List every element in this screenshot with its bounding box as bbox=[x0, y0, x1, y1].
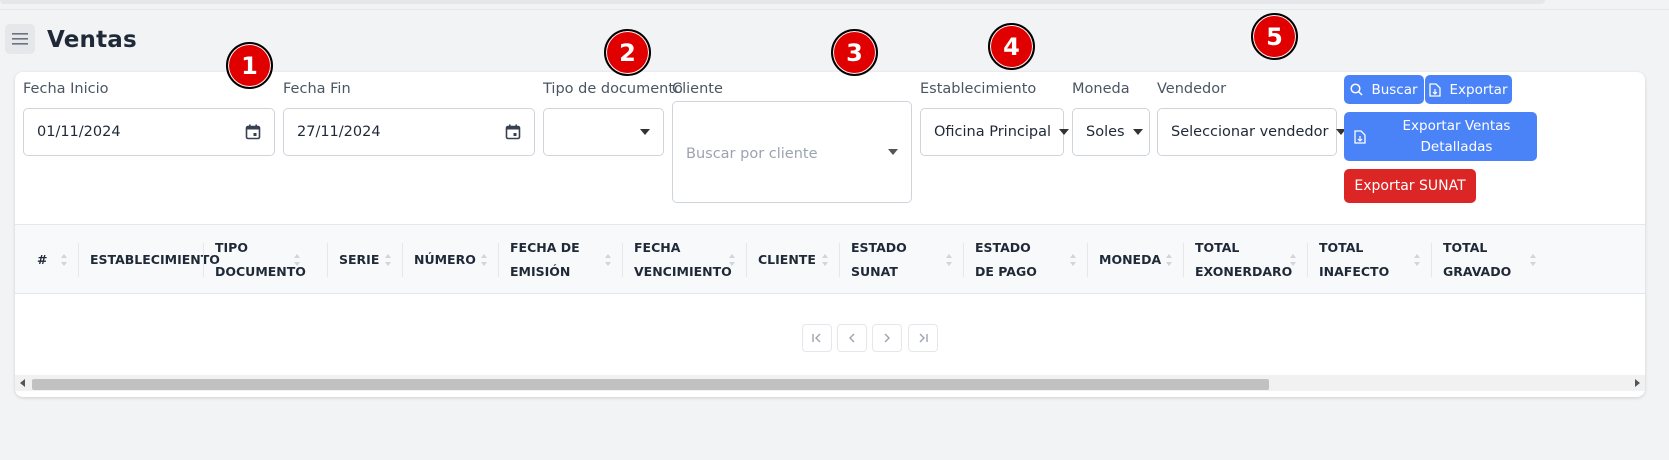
chevron-down-icon bbox=[640, 129, 650, 135]
last-page-icon bbox=[919, 333, 928, 343]
column-header-estado-pago[interactable]: ESTADO DE PAGO bbox=[963, 225, 1087, 295]
column-header-serie[interactable]: SERIE bbox=[327, 225, 402, 295]
annotation-marker-1: 1 bbox=[226, 42, 273, 89]
moneda-value: Soles bbox=[1086, 124, 1125, 140]
file-export-icon bbox=[1354, 129, 1366, 144]
sort-icon bbox=[1290, 254, 1296, 266]
establecimiento-value: Oficina Principal bbox=[934, 124, 1052, 140]
calendar-icon[interactable] bbox=[245, 124, 261, 140]
exportar-detalladas-label: Exportar Ventas Detalladas bbox=[1402, 117, 1511, 155]
column-header-total-inafecto[interactable]: TOTAL INAFECTO bbox=[1307, 225, 1431, 295]
file-export-icon bbox=[1429, 82, 1442, 97]
annotation-marker-4: 4 bbox=[988, 23, 1035, 70]
column-header-establecimiento[interactable]: ESTABLECIMIENTO bbox=[78, 225, 220, 295]
sort-icon bbox=[61, 254, 67, 266]
search-icon bbox=[1350, 83, 1363, 96]
horizontal-scrollbar[interactable] bbox=[15, 375, 1645, 391]
moneda-select[interactable]: Soles bbox=[1072, 108, 1150, 156]
vendedor-value: Seleccionar vendedor bbox=[1171, 124, 1329, 140]
chevron-down-icon bbox=[1059, 129, 1070, 135]
page-title: Ventas bbox=[47, 27, 137, 53]
column-header-index[interactable]: # bbox=[15, 225, 78, 295]
establecimiento-select[interactable]: Oficina Principal bbox=[920, 108, 1070, 156]
sort-icon bbox=[294, 254, 300, 266]
scrollbar-thumb[interactable] bbox=[32, 379, 1269, 390]
sort-icon bbox=[1530, 254, 1536, 266]
sort-icon bbox=[946, 254, 952, 266]
moneda-label: Moneda bbox=[1072, 81, 1130, 97]
column-header-fecha-emision[interactable]: FECHA DE EMISIÓN bbox=[498, 225, 622, 295]
cliente-search-select[interactable]: Buscar por cliente bbox=[672, 101, 912, 203]
column-header-moneda[interactable]: MONEDA bbox=[1087, 225, 1183, 295]
first-page-button[interactable] bbox=[802, 324, 832, 352]
vendedor-label: Vendedor bbox=[1157, 81, 1227, 97]
fecha-fin-value: 27/11/2024 bbox=[297, 124, 381, 140]
chevron-right-icon bbox=[884, 333, 890, 343]
sort-icon bbox=[1070, 254, 1076, 266]
exportar-sunat-label: Exportar SUNAT bbox=[1354, 178, 1466, 194]
first-page-icon bbox=[812, 333, 821, 343]
fecha-inicio-label: Fecha Inicio bbox=[23, 81, 109, 97]
exportar-button[interactable]: Exportar bbox=[1425, 75, 1512, 104]
fecha-inicio-value: 01/11/2024 bbox=[37, 124, 121, 140]
exportar-sunat-button[interactable]: Exportar SUNAT bbox=[1344, 169, 1476, 203]
column-header-numero[interactable]: NÚMERO bbox=[402, 225, 498, 295]
cliente-label: Cliente bbox=[672, 81, 723, 97]
scroll-left-arrow-icon[interactable] bbox=[20, 379, 25, 387]
next-page-button[interactable] bbox=[872, 324, 902, 352]
sort-icon bbox=[822, 254, 828, 266]
column-header-estado-sunat[interactable]: ESTADO SUNAT bbox=[839, 225, 963, 295]
table-header: # ESTABLECIMIENTO TIPO DOCUMENTO SERIE N… bbox=[15, 224, 1645, 294]
previous-page-button[interactable] bbox=[837, 324, 867, 352]
fecha-inicio-input[interactable]: 01/11/2024 bbox=[23, 108, 275, 156]
sales-panel: Fecha Inicio 01/11/2024 Fecha Fin 27/11/… bbox=[15, 72, 1645, 397]
top-divider bbox=[0, 9, 1669, 10]
exportar-label: Exportar bbox=[1449, 81, 1508, 98]
sort-icon bbox=[481, 254, 487, 266]
buscar-label: Buscar bbox=[1371, 81, 1418, 98]
vendedor-select[interactable]: Seleccionar vendedor bbox=[1157, 108, 1347, 156]
fecha-fin-label: Fecha Fin bbox=[283, 81, 351, 97]
menu-toggle-button[interactable] bbox=[5, 24, 35, 54]
tipo-documento-label: Tipo de documento bbox=[543, 81, 683, 97]
tipo-documento-select[interactable] bbox=[543, 108, 664, 156]
exportar-detalladas-button[interactable]: Exportar Ventas Detalladas bbox=[1344, 112, 1537, 161]
fecha-fin-input[interactable]: 27/11/2024 bbox=[283, 108, 535, 156]
column-header-tipo-documento[interactable]: TIPO DOCUMENTO bbox=[203, 225, 311, 295]
annotation-marker-5: 5 bbox=[1251, 13, 1298, 60]
column-header-fecha-vencimiento[interactable]: FECHA VENCIMIENTO bbox=[622, 225, 746, 295]
calendar-icon[interactable] bbox=[505, 124, 521, 140]
sort-icon bbox=[1166, 254, 1172, 266]
chevron-down-icon bbox=[888, 149, 898, 155]
annotation-marker-3: 3 bbox=[831, 29, 878, 76]
buscar-button[interactable]: Buscar bbox=[1344, 75, 1424, 104]
chevron-left-icon bbox=[849, 333, 855, 343]
last-page-button[interactable] bbox=[908, 324, 938, 352]
sort-icon bbox=[1414, 254, 1420, 266]
sort-icon bbox=[605, 254, 611, 266]
top-bar bbox=[0, 0, 1545, 4]
column-header-cliente[interactable]: CLIENTE bbox=[746, 225, 839, 295]
establecimiento-label: Establecimiento bbox=[920, 81, 1037, 97]
annotation-marker-2: 2 bbox=[604, 29, 651, 76]
chevron-down-icon bbox=[1132, 129, 1143, 135]
cliente-placeholder: Buscar por cliente bbox=[686, 146, 818, 162]
column-header-total-gravado[interactable]: TOTAL GRAVADO bbox=[1431, 225, 1547, 295]
column-header-total-exonerado[interactable]: TOTAL EXONERDARO bbox=[1183, 225, 1307, 295]
hamburger-icon bbox=[12, 33, 28, 45]
scroll-right-arrow-icon[interactable] bbox=[1635, 379, 1640, 387]
sort-icon bbox=[385, 254, 391, 266]
sort-icon bbox=[729, 254, 735, 266]
